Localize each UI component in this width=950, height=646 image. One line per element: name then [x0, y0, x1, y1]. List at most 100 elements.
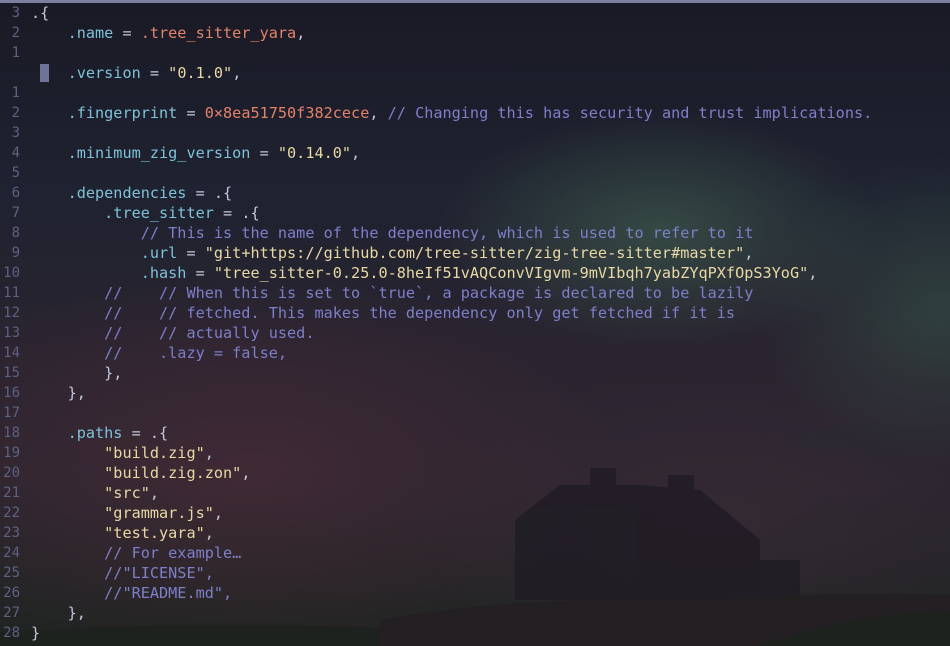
code-line[interactable]: 6 .dependencies = .{ — [0, 183, 950, 203]
code-line[interactable]: 12 // // fetched. This makes the depende… — [0, 303, 950, 323]
code-token: // This is the name of the dependency, w… — [140, 224, 754, 242]
code-line[interactable]: 13 // // actually used. — [0, 323, 950, 343]
line-number: 11 — [3, 285, 20, 301]
code-text: "test.yara", — [31, 523, 214, 543]
line-number: 15 — [3, 365, 20, 381]
code-line[interactable]: 16 }, — [0, 383, 950, 403]
code-token: 0×8ea51750f382cece — [204, 104, 370, 122]
code-token: = — [177, 104, 205, 122]
code-line[interactable]: 15 }, — [0, 363, 950, 383]
code-token: "src" — [104, 484, 150, 502]
code-text: // // When this is set to `true`, a pack… — [31, 283, 753, 303]
code-line[interactable]: 8 // This is the name of the dependency,… — [0, 223, 950, 243]
code-line[interactable]: 17 — [0, 403, 950, 423]
code-token: .url — [140, 244, 178, 262]
code-token: = — [140, 64, 169, 82]
code-line[interactable]: 18 .paths = .{ — [0, 423, 950, 443]
line-number: 17 — [3, 405, 20, 421]
code-line[interactable]: .version = "0.1.0", — [0, 63, 950, 83]
line-number: 7 — [11, 205, 20, 221]
code-text: // // fetched. This makes the dependency… — [31, 303, 735, 323]
line-number: 13 — [3, 325, 20, 341]
code-token: // Changing this has security and trust … — [387, 104, 873, 122]
line-number: 14 — [3, 345, 20, 361]
line-number: 20 — [3, 465, 20, 481]
code-text: .fingerprint = 0×8ea51750f382cece, // Ch… — [31, 103, 873, 123]
code-line[interactable]: 22 "grammar.js", — [0, 503, 950, 523]
code-line[interactable]: 14 // .lazy = false, — [0, 343, 950, 363]
code-token: "test.yara" — [104, 524, 205, 542]
code-line[interactable]: 21 "src", — [0, 483, 950, 503]
code-line[interactable]: 25 //"LICENSE", — [0, 563, 950, 583]
code-token: , — [351, 144, 361, 162]
code-token: .tree_sitter_yara — [140, 24, 297, 42]
code-editor[interactable]: 3 .{2 .name = .tree_sitter_yara, 1 .versio… — [0, 3, 950, 643]
line-number: 3 — [11, 125, 20, 141]
code-token: , — [744, 244, 754, 262]
code-token: = .{ — [213, 204, 260, 222]
text-cursor — [40, 64, 49, 82]
code-line[interactable]: 26 //"README.md", — [0, 583, 950, 603]
code-line[interactable]: 20 "build.zig.zon", — [0, 463, 950, 483]
line-number: 16 — [3, 385, 20, 401]
code-text: "build.zig", — [31, 443, 214, 463]
line-number: 2 — [11, 25, 20, 41]
code-line[interactable]: 3 — [0, 123, 950, 143]
line-number: 9 — [11, 245, 20, 261]
code-token: .tree_sitter — [104, 204, 214, 222]
code-line[interactable]: 1 — [0, 43, 950, 63]
code-line[interactable]: 19 "build.zig", — [0, 443, 950, 463]
code-text: //"README.md", — [31, 583, 232, 603]
line-number: 1 — [11, 85, 20, 101]
code-token: }, — [31, 604, 86, 622]
code-line[interactable]: 3 .{ — [0, 3, 950, 23]
code-line[interactable]: 24 // For example… — [0, 543, 950, 563]
code-line[interactable]: 2 .name = .tree_sitter_yara, — [0, 23, 950, 43]
code-token: "build.zig" — [104, 444, 205, 462]
code-line[interactable]: 23 "test.yara", — [0, 523, 950, 543]
code-token: , — [296, 24, 306, 42]
code-token: , — [241, 464, 251, 482]
code-token: .dependencies — [67, 184, 187, 202]
code-text: // // actually used. — [31, 323, 314, 343]
code-text: "build.zig.zon", — [31, 463, 250, 483]
code-text: .minimum_zig_version = "0.14.0", — [31, 143, 361, 163]
code-text: "grammar.js", — [31, 503, 223, 523]
code-text: // This is the name of the dependency, w… — [31, 223, 754, 243]
line-number: 19 — [3, 445, 20, 461]
code-line[interactable]: 1 — [0, 83, 950, 103]
code-token: .name — [67, 24, 114, 42]
code-line[interactable]: 7 .tree_sitter = .{ — [0, 203, 950, 223]
code-line[interactable]: 5 — [0, 163, 950, 183]
code-text: // .lazy = false, — [31, 343, 287, 363]
code-line[interactable]: 4 .minimum_zig_version = "0.14.0", — [0, 143, 950, 163]
code-text: .tree_sitter = .{ — [31, 203, 260, 223]
code-token: "0.1.0" — [168, 64, 233, 82]
code-line[interactable]: 10 .hash = "tree_sitter-0.25.0-8heIf51vA… — [0, 263, 950, 283]
code-token: "build.zig.zon" — [104, 464, 242, 482]
code-line[interactable]: 9 .url = "git+https://github.com/tree-si… — [0, 243, 950, 263]
code-token: //"LICENSE", — [104, 564, 214, 582]
code-token: , — [149, 484, 160, 502]
code-line[interactable]: 28} — [0, 623, 950, 643]
code-token: , — [369, 104, 388, 122]
code-token: = — [177, 244, 205, 262]
line-number: 18 — [3, 425, 20, 441]
code-token: = .{ — [122, 424, 169, 442]
code-token: , — [213, 504, 224, 522]
code-line[interactable]: 27 }, — [0, 603, 950, 623]
line-number: 8 — [11, 225, 20, 241]
line-number: 10 — [3, 265, 20, 281]
code-line[interactable]: 2 .fingerprint = 0×8ea51750f382cece, // … — [0, 103, 950, 123]
code-line[interactable]: 11 // // When this is set to `true`, a p… — [0, 283, 950, 303]
